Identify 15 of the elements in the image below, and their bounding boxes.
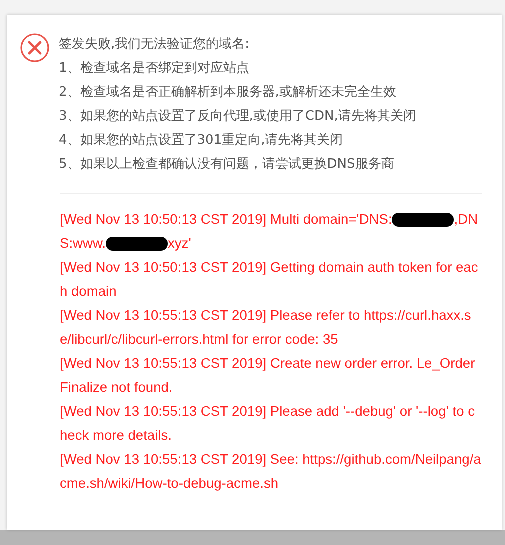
tip-text: 1、检查域名是否绑定到对应站点 — [59, 60, 250, 78]
error-title: 签发失败,我们无法验证您的域名: — [59, 36, 251, 54]
tip-text: 3、如果您的站点设置了反向代理,或使用了CDN,请先将其关闭 — [59, 108, 416, 126]
redaction-mark — [106, 237, 168, 252]
tip-text: 5、如果以上检查都确认没有问题，请尝试更换DNS服务商 — [59, 156, 396, 174]
log-line: [Wed Nov 13 10:55:13 CST 2019] Please refer to https://curl.haxx.se/libcurl/c/libcurl-errors.html for error code: 35 — [60, 307, 472, 349]
redaction-mark — [392, 213, 454, 228]
error-icon — [20, 33, 50, 63]
log-line: [Wed Nov 13 10:55:13 CST 2019] Create new order error. Le_OrderFinalize not found. — [60, 355, 476, 397]
tip-text: 4、如果您的站点设置了301重定向,请先将其关闭 — [59, 132, 344, 150]
log-line: [Wed Nov 13 10:50:13 CST 2019] Getting domain auth token for each domain — [60, 259, 480, 301]
log-line: [Wed Nov 13 10:50:13 CST 2019] Multi domain='DNS: ,DNS:www. xyz' — [60, 211, 480, 254]
tip-text: 2、检查域名是否正确解析到本服务器,或解析还未完全生效 — [59, 84, 398, 102]
log-line: [Wed Nov 13 10:55:13 CST 2019] See: https://github.com/Neilpang/acme.sh/wiki/How-to-debug-acme.sh — [60, 451, 482, 493]
log-line: [Wed Nov 13 10:55:13 CST 2019] Please add '--debug' or '--log' to check more details. — [60, 403, 476, 445]
